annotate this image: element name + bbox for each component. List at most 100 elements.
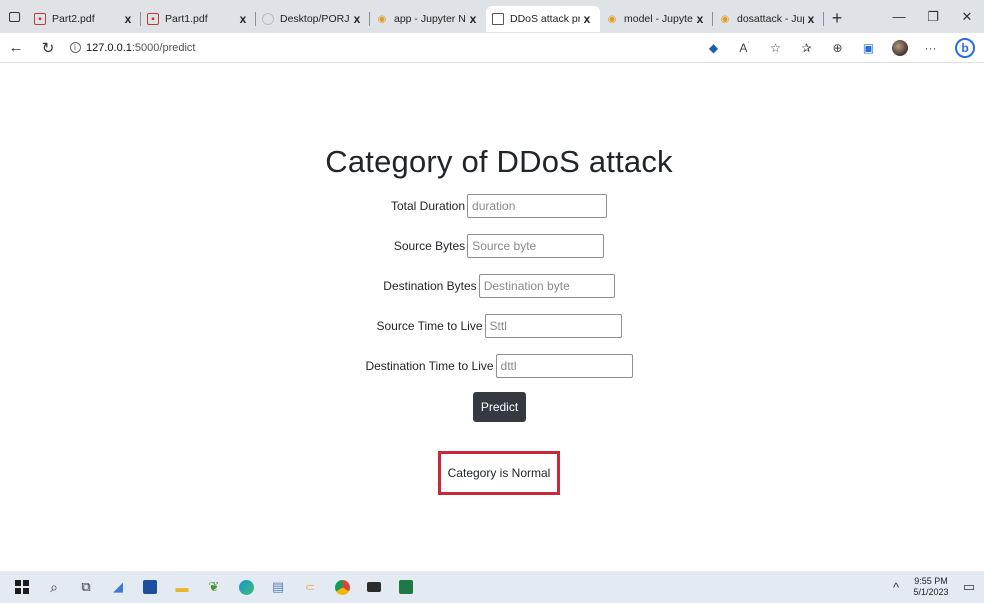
tab-actions-button[interactable] xyxy=(0,0,28,33)
url-path: :5000/predict xyxy=(131,41,196,54)
taskbar-app-notepad[interactable]: ▤ xyxy=(262,571,294,603)
taskbar-app-edge[interactable] xyxy=(230,571,262,603)
minimize-button[interactable]: — xyxy=(882,9,916,24)
close-icon[interactable]: x xyxy=(236,12,250,26)
destination-bytes-input[interactable] xyxy=(478,274,615,298)
close-icon[interactable]: x xyxy=(466,12,480,26)
jupyter-icon: ◉ xyxy=(720,13,730,25)
more-icon: ··· xyxy=(924,40,937,55)
back-button[interactable]: ← xyxy=(0,39,32,56)
chrome-icon xyxy=(334,579,350,595)
tab-title: model - Jupyter N xyxy=(624,13,693,25)
tab-title: app - Jupyter No xyxy=(394,13,466,25)
tab-title: Desktop/PORJEC xyxy=(280,13,350,25)
new-tab-button[interactable]: + xyxy=(824,8,850,29)
clock-time: 9:55 PM xyxy=(914,576,948,586)
files-icon: ◢ xyxy=(113,579,123,594)
pdf-icon: ▪ xyxy=(34,13,46,25)
start-button[interactable] xyxy=(6,571,38,603)
predict-button[interactable]: Predict xyxy=(473,392,526,422)
taskbar-app-explorer[interactable]: ▬ xyxy=(166,571,198,603)
show-hidden-icons-button[interactable]: ^ xyxy=(884,571,908,603)
result-text: Category is Normal xyxy=(447,466,551,480)
taskbar-app-excel[interactable] xyxy=(390,571,422,603)
search-button[interactable]: ⌕ xyxy=(38,571,70,603)
tab-app-jupyter[interactable]: ◉ app - Jupyter No x xyxy=(370,6,486,32)
jupyter-icon: ◉ xyxy=(377,13,387,25)
tab-part1[interactable]: ▪ Part1.pdf x xyxy=(141,6,256,32)
tab-dosattack-jupyter[interactable]: ◉ dosattack - Jupyt x xyxy=(713,6,824,32)
close-icon[interactable]: x xyxy=(804,12,818,26)
notepad-icon: ▤ xyxy=(271,579,285,594)
tab-desktop-project[interactable]: Desktop/PORJEC x xyxy=(256,6,370,32)
info-icon: i xyxy=(69,42,81,53)
field-label: Destination Time to Live xyxy=(365,359,494,373)
url-field[interactable]: 127.0.0.1:5000/predict xyxy=(86,42,698,54)
taskbar-app-chrome[interactable] xyxy=(326,571,358,603)
field-label: Total Duration xyxy=(390,199,466,213)
tag-icon: ◆ xyxy=(708,40,719,55)
favorites-button[interactable]: ✰ xyxy=(791,41,822,55)
collections-icon: ⊕ xyxy=(832,40,843,55)
notifications-button[interactable]: ▭ xyxy=(954,571,984,603)
tab-title: dosattack - Jupyt xyxy=(737,13,804,25)
taskbar-app-terminal[interactable] xyxy=(358,571,390,603)
coupon-button[interactable]: ◆ xyxy=(698,41,729,55)
loading-icon xyxy=(262,13,274,25)
restore-button[interactable]: ❐ xyxy=(916,9,950,25)
address-bar: ← ↻ i 127.0.0.1:5000/predict ◆ Aʾ ☆ ✰ ⊕ … xyxy=(0,33,984,63)
favorites-icon: ✰ xyxy=(801,40,812,55)
task-view-button[interactable]: ⧉ xyxy=(70,571,102,603)
bing-button[interactable]: b xyxy=(946,37,984,58)
taskbar: ⌕ ⧉ ◢ ▬ ❦ ▤ ⸦ ^ 9:55 PM 5/1/2023 ▭ xyxy=(0,571,984,603)
tab-ddos-attack-predict[interactable]: DDoS attack pred x xyxy=(486,6,600,32)
edge-extension-button[interactable]: ▣ xyxy=(853,41,884,55)
tab-strip: ▪ Part2.pdf x ▪ Part1.pdf x Desktop/PORJ… xyxy=(0,0,984,33)
tab-part2[interactable]: ▪ Part2.pdf x xyxy=(28,6,141,32)
source-bytes-input[interactable] xyxy=(467,234,605,258)
tab-model-jupyter[interactable]: ◉ model - Jupyter N x xyxy=(600,6,713,32)
avatar-icon xyxy=(891,39,908,56)
close-icon[interactable]: x xyxy=(580,12,594,26)
file-explorer-icon: ▬ xyxy=(175,579,189,595)
taskbar-app-jupyter[interactable]: ⸦ xyxy=(294,571,326,603)
plus-icon: + xyxy=(831,7,843,28)
tab-title: Part1.pdf xyxy=(165,13,208,25)
system-tray: ^ 9:55 PM 5/1/2023 ▭ xyxy=(884,571,984,603)
total-duration-input[interactable] xyxy=(467,194,608,218)
tab-actions-icon xyxy=(8,11,20,22)
form-row-source-ttl: Source Time to Live xyxy=(0,314,984,338)
site-info-button[interactable]: i xyxy=(64,42,86,53)
tab-title: Part2.pdf xyxy=(52,13,95,25)
page-content: Category of DDoS attack Total Duration S… xyxy=(0,64,984,571)
taskbar-app-store[interactable] xyxy=(134,571,166,603)
profile-button[interactable] xyxy=(884,39,915,56)
close-icon[interactable]: x xyxy=(121,12,135,26)
url-host: 127.0.0.1 xyxy=(86,41,132,54)
taskbar-app-files[interactable]: ◢ xyxy=(102,571,134,603)
start-icon xyxy=(15,580,29,594)
jupyter-icon: ⸦ xyxy=(303,580,317,595)
notification-icon: ▭ xyxy=(962,579,976,594)
screen: ▪ Part2.pdf x ▪ Part1.pdf x Desktop/PORJ… xyxy=(0,0,984,603)
chevron-up-icon: ^ xyxy=(892,579,900,595)
form-row-destination-ttl: Destination Time to Live xyxy=(0,354,984,378)
refresh-button[interactable]: ↻ xyxy=(32,39,64,57)
favorite-button[interactable]: ☆ xyxy=(760,41,791,55)
clock[interactable]: 9:55 PM 5/1/2023 xyxy=(908,576,954,598)
read-aloud-icon: Aʾ xyxy=(739,40,750,55)
source-ttl-input[interactable] xyxy=(484,314,622,338)
tab-title: DDoS attack pred xyxy=(510,13,580,25)
taskbar-app-misc[interactable]: ❦ xyxy=(198,571,230,603)
read-aloud-button[interactable]: Aʾ xyxy=(729,41,760,55)
app-icon: ❦ xyxy=(208,579,220,594)
menu-button[interactable]: ··· xyxy=(915,41,946,55)
close-window-button[interactable]: ✕ xyxy=(950,9,984,25)
field-label: Source Bytes xyxy=(393,239,466,253)
field-label: Source Time to Live xyxy=(376,319,483,333)
collections-button[interactable]: ⊕ xyxy=(822,41,853,55)
close-icon: ✕ xyxy=(961,8,973,24)
close-icon[interactable]: x xyxy=(350,12,364,26)
destination-ttl-input[interactable] xyxy=(495,354,633,378)
close-icon[interactable]: x xyxy=(693,12,707,26)
